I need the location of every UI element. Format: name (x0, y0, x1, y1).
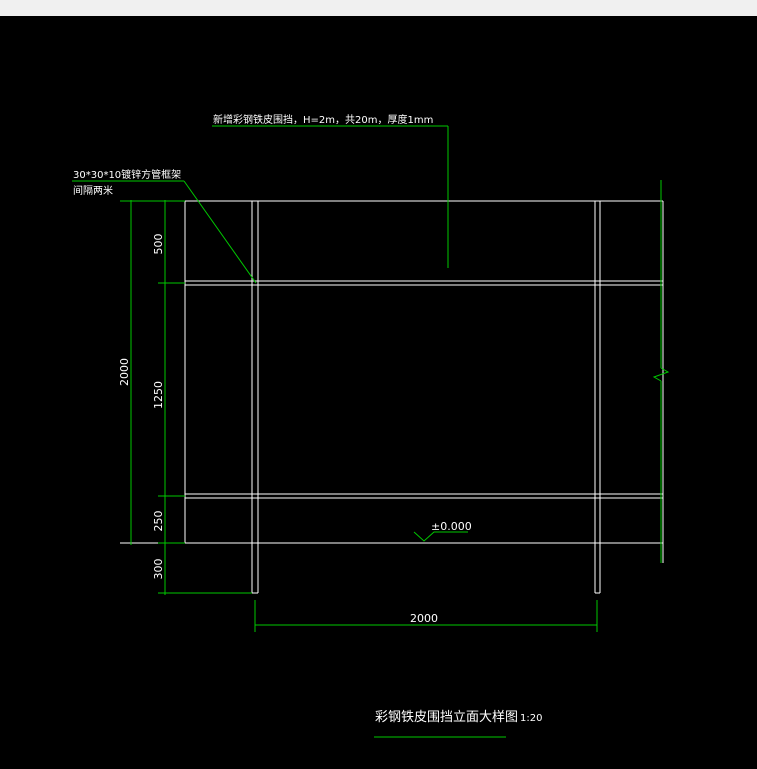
dim-middle-segment: 1250 (152, 381, 165, 409)
dim-bottom-segment: 250 (152, 511, 165, 532)
ground-level-label: ±0.000 (431, 520, 472, 533)
drawing-title: 彩钢铁皮围挡立面大样图 (375, 710, 518, 725)
dim-post-spacing: 2000 (410, 612, 438, 625)
dim-below-ground: 300 (152, 559, 165, 580)
ground-level-marker: ±0.000 (413, 520, 472, 542)
dim-top-segment: 500 (152, 234, 165, 255)
dim-total-height: 2000 (118, 358, 131, 386)
dimension-lines (120, 180, 670, 632)
drawing-scale: 1:20 (520, 713, 542, 724)
elevation-drawing: ±0.000 新增彩钢铁皮围挡，H=2m，共20m，厚度1mm 30*30*10… (72, 113, 670, 738)
drawing-title-block: 彩钢铁皮围挡立面大样图 1:20 (374, 710, 542, 738)
frame-note-line1: 30*30*10镀锌方管框架 (73, 168, 181, 181)
leader-lines (72, 125, 449, 284)
fence-frame (120, 200, 664, 594)
panel-note-label: 新增彩钢铁皮围挡，H=2m，共20m，厚度1mm (213, 113, 433, 126)
left-post (251, 201, 259, 594)
right-post (594, 201, 601, 594)
frame-note-line2: 间隔两米 (73, 184, 113, 197)
